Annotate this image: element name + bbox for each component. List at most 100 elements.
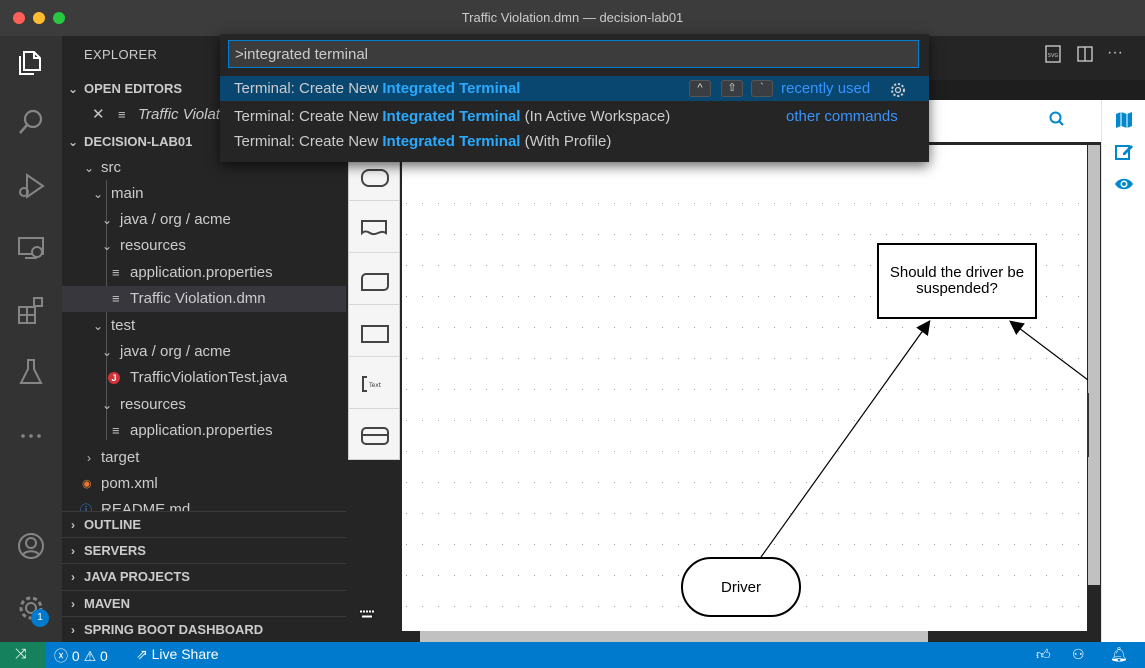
command-palette-input[interactable]: [228, 40, 919, 68]
run-debug-icon[interactable]: [15, 170, 47, 202]
chevron-down-icon: ⌄: [67, 82, 79, 96]
notifications-bell-icon[interactable]: 🔔︎: [1110, 646, 1128, 663]
feedback-icon[interactable]: 👍︎: [1036, 646, 1051, 663]
manage-badge: 1: [31, 609, 49, 627]
testing-icon[interactable]: [15, 356, 47, 388]
command-palette: Terminal: Create New Integrated Terminal…: [220, 34, 929, 162]
accounts-icon[interactable]: [15, 530, 47, 562]
remote-indicator[interactable]: ⤨: [0, 642, 45, 668]
bkm-shape-icon: [361, 273, 389, 291]
preview-eye-icon[interactable]: [1114, 174, 1134, 194]
svg-text:Text: Text: [368, 382, 382, 389]
text-annotation-shape-icon: Text: [362, 376, 382, 392]
search-icon[interactable]: [15, 106, 47, 138]
file-lines-icon: ≡: [118, 107, 126, 122]
java-error-icon: J: [108, 372, 120, 384]
decision-node[interactable]: Should the driver be suspended?: [877, 243, 1037, 319]
chevron-down-icon: ⌄: [101, 398, 113, 412]
tree-item-readme[interactable]: ⓘ README.md: [62, 497, 346, 511]
tree-item-traffic-violation-test[interactable]: J TrafficViolationTest.java: [62, 365, 346, 391]
knowledge-source-shape-icon: [361, 220, 387, 236]
palette-decision-service[interactable]: [349, 409, 399, 460]
tree-item-test[interactable]: ⌄ test: [62, 313, 346, 339]
information-requirement-arrow[interactable]: [760, 320, 931, 558]
servers-section[interactable]: › SERVERS: [62, 537, 346, 564]
dmn-right-panel: [1101, 100, 1145, 642]
live-share-button[interactable]: ⇗ Live Share: [136, 646, 219, 663]
tree-item-target[interactable]: › target: [62, 445, 346, 471]
keyboard-shortcuts-icon[interactable]: [358, 608, 376, 620]
command-item-create-terminal-with-profile[interactable]: Terminal: Create New Integrated Terminal…: [220, 129, 929, 154]
tree-item-test-resources[interactable]: ⌄ resources: [62, 392, 346, 418]
java-projects-section[interactable]: › JAVA PROJECTS: [62, 563, 346, 590]
sidebar-title: EXPLORER: [84, 47, 158, 62]
chevron-down-icon: ⌄: [67, 135, 79, 149]
status-bar: ⤨ ⓧ 0 ⚠ 0 ⇗ Live Share 👍︎ ⚇ 🔔︎: [0, 642, 1145, 668]
explorer-icon[interactable]: [15, 46, 47, 78]
tree-item-java-org-acme[interactable]: ⌄ java / org / acme: [62, 207, 346, 233]
remote-explorer-icon[interactable]: [15, 232, 47, 264]
file-lines-icon: ≡: [112, 423, 120, 438]
remote-icon: ⤨: [15, 645, 27, 661]
recently-used-label: recently used: [781, 80, 871, 97]
tree-item-pom-xml[interactable]: ◉ pom.xml: [62, 471, 346, 497]
tree-item-test-java-org-acme[interactable]: ⌄ java / org / acme: [62, 339, 346, 365]
rss-xml-icon: ◉: [82, 478, 92, 490]
chevron-down-icon: ⌄: [101, 239, 113, 253]
vertical-scrollbar[interactable]: [1088, 145, 1100, 585]
input-data-shape-icon: [361, 169, 389, 187]
outline-section[interactable]: › OUTLINE: [62, 511, 346, 538]
palette-decision[interactable]: [349, 305, 399, 357]
chevron-down-icon: ⌄: [92, 187, 104, 201]
close-icon[interactable]: ✕: [92, 102, 105, 128]
split-editor-icon[interactable]: [1075, 44, 1095, 64]
configure-keybinding-gear-icon[interactable]: [890, 81, 906, 97]
tree-item-application-properties[interactable]: ≡ application.properties: [62, 260, 346, 286]
chevron-right-icon: ›: [71, 570, 75, 584]
file-lines-icon: ≡: [112, 265, 120, 280]
tree-item-resources[interactable]: ⌄ resources: [62, 233, 346, 259]
error-icon: ⓧ: [54, 648, 68, 664]
tree-item-test-application-properties[interactable]: ≡ application.properties: [62, 418, 346, 444]
chevron-down-icon: ⌄: [83, 161, 95, 175]
spring-boot-dashboard-section[interactable]: › SPRING BOOT DASHBOARD: [62, 616, 346, 642]
keybinding-ctrl: ^: [689, 80, 711, 97]
more-icon[interactable]: [15, 420, 47, 452]
command-item-create-terminal-active-workspace[interactable]: Terminal: Create New Integrated Terminal…: [220, 104, 929, 129]
tree-item-main[interactable]: ⌄ main: [62, 181, 346, 207]
map-icon[interactable]: [1114, 110, 1134, 130]
chevron-down-icon: ⌄: [101, 213, 113, 227]
command-item-create-terminal[interactable]: Terminal: Create New Integrated Terminal…: [220, 76, 929, 101]
canvas-edge-marker: [1087, 393, 1089, 457]
warning-icon: ⚠: [83, 648, 97, 664]
chevron-down-icon: ⌄: [92, 319, 104, 333]
edit-properties-icon[interactable]: [1114, 142, 1134, 162]
chevron-down-icon: ⌄: [101, 345, 113, 359]
live-share-icon: ⇗: [136, 646, 148, 662]
other-commands-label: other commands: [786, 108, 898, 125]
file-lines-icon: ≡: [112, 291, 120, 306]
information-requirement-arrow[interactable]: [1009, 320, 1089, 381]
extensions-icon[interactable]: [15, 294, 47, 326]
keybinding-backtick: `: [751, 80, 773, 97]
activity-bar: 1: [0, 36, 62, 642]
chevron-right-icon: ›: [71, 518, 75, 532]
maven-section[interactable]: › MAVEN: [62, 590, 346, 617]
keybinding-shift: ⇧: [721, 80, 743, 97]
chevron-right-icon: ›: [71, 544, 75, 558]
palette-text-annotation[interactable]: Text: [349, 357, 399, 409]
chevron-right-icon: ›: [71, 623, 75, 637]
chevron-right-icon: ›: [71, 597, 75, 611]
palette-bkm[interactable]: [349, 253, 399, 305]
accounts-status-icon[interactable]: ⚇: [1072, 646, 1085, 663]
svg-export-icon[interactable]: SVG: [1043, 44, 1063, 64]
title-bar: Traffic Violation.dmn — decision-lab01: [0, 0, 1145, 37]
horizontal-scrollbar[interactable]: [420, 631, 928, 642]
decision-shape-icon: [361, 325, 389, 343]
chevron-right-icon: ›: [87, 451, 91, 465]
input-data-node[interactable]: Driver: [681, 557, 801, 617]
problems-indicator[interactable]: ⓧ 0 ⚠ 0: [54, 646, 108, 666]
more-actions-icon[interactable]: ···: [1105, 44, 1125, 64]
palette-knowledge-source[interactable]: [349, 201, 399, 253]
tree-item-traffic-violation-dmn[interactable]: ≡ Traffic Violation.dmn: [62, 286, 346, 312]
